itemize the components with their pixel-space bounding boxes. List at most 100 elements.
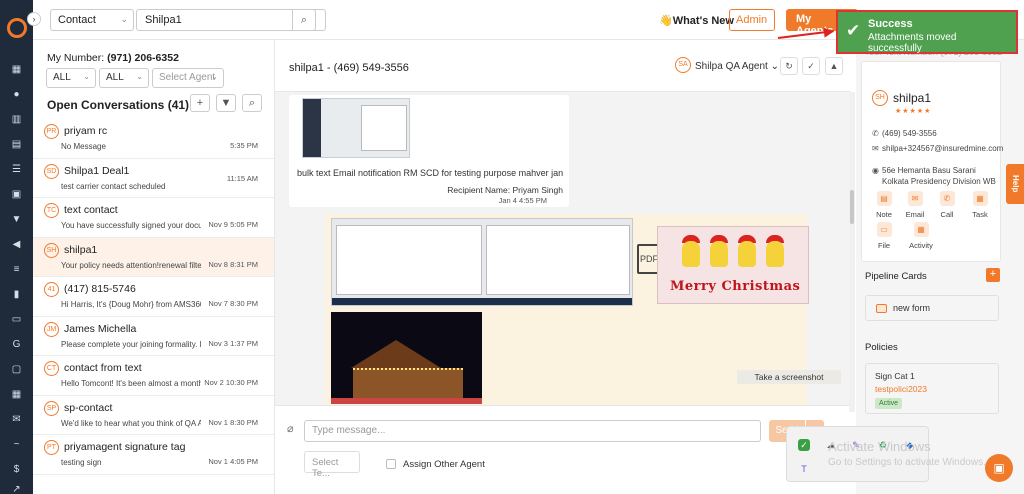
contact-phone[interactable]: (469) 549-3556 bbox=[882, 128, 1002, 139]
pipeline-card-item[interactable]: new form bbox=[865, 295, 999, 321]
document-icon[interactable]: ▤ bbox=[11, 139, 22, 150]
mail-icon[interactable]: ✉ bbox=[11, 414, 22, 425]
attachment-christmas-image[interactable]: Merry Christmas bbox=[657, 226, 809, 304]
conversation-time: 5:35 PM bbox=[230, 141, 258, 150]
chat-support-icon[interactable]: ▣ bbox=[985, 454, 1013, 482]
email-action[interactable]: ✉ Email bbox=[902, 191, 928, 219]
conversation-item-selected[interactable]: SH shilpa1 Your policy needs attention!r… bbox=[33, 237, 274, 277]
role-select[interactable]: Admin bbox=[729, 9, 775, 31]
conversation-preview: Please complete your joining formality. … bbox=[61, 339, 201, 349]
minion-shape bbox=[738, 241, 756, 267]
chevron-down-icon: ⌄ bbox=[770, 61, 780, 72]
dollar-icon[interactable]: $ bbox=[11, 464, 22, 475]
screenshot-taskbar bbox=[332, 298, 632, 305]
conversation-preview: test carrier contact scheduled bbox=[61, 181, 166, 191]
user-icon[interactable]: ▲ bbox=[825, 57, 843, 75]
my-number-label: My Number: bbox=[47, 52, 105, 64]
message-date: Jan 4 4:55 PM bbox=[498, 196, 547, 205]
conversation-item[interactable]: CT contact from text Hello Tomcont! It's… bbox=[33, 356, 274, 396]
contact-name[interactable]: shilpa1 bbox=[893, 91, 931, 105]
conversation-preview: testing sign bbox=[61, 458, 102, 467]
chevron-down-icon: ⌄ bbox=[211, 72, 218, 81]
activity-action[interactable]: ▦ Activity bbox=[908, 222, 934, 250]
task-action[interactable]: ▦ Task bbox=[967, 191, 993, 219]
megaphone-icon[interactable]: ◀ bbox=[11, 239, 22, 250]
search-type-label: Contact bbox=[58, 14, 96, 26]
message-text: bulk text Email notification RM SCD for … bbox=[297, 168, 564, 178]
rating-stars[interactable]: ★★★★★ bbox=[895, 107, 931, 115]
add-conversation-button[interactable]: + bbox=[190, 94, 210, 112]
agent-select[interactable]: Shilpa QA Agent ⌄ bbox=[695, 61, 779, 72]
scrollbar-thumb[interactable] bbox=[850, 190, 854, 224]
filter-button[interactable]: ▼ bbox=[216, 94, 236, 112]
calendar-icon[interactable]: ▦ bbox=[11, 389, 22, 400]
shield-icon[interactable]: ✓ bbox=[798, 439, 810, 451]
avatar: 41 bbox=[44, 282, 59, 297]
bank-icon[interactable]: ▥ bbox=[11, 114, 22, 125]
file-action[interactable]: ▭ File bbox=[871, 222, 897, 250]
bar-chart-icon[interactable]: ▮ bbox=[11, 289, 22, 300]
app-logo[interactable] bbox=[7, 18, 27, 38]
search-icon[interactable]: ⌕ bbox=[292, 9, 316, 31]
chevron-down-icon: ⌄ bbox=[120, 14, 128, 24]
list-icon[interactable]: ☰ bbox=[11, 164, 22, 175]
house-lights bbox=[331, 398, 482, 404]
profile-card-icon[interactable]: ▣ bbox=[11, 189, 22, 200]
search-type-select[interactable]: Contact ⌄ bbox=[50, 9, 134, 31]
toast-message: Attachments moved successfully bbox=[868, 32, 957, 54]
attachment-screenshot[interactable] bbox=[331, 218, 633, 306]
agent-filter-select[interactable]: Select Agent ⌄ bbox=[152, 68, 224, 88]
whats-new-link[interactable]: 👋What's New bbox=[659, 14, 734, 27]
g-icon[interactable]: G bbox=[11, 339, 22, 350]
chat-scrollbar[interactable] bbox=[849, 92, 855, 412]
template-select[interactable]: Select Te... bbox=[304, 451, 360, 479]
contacts-icon[interactable]: ● bbox=[11, 89, 22, 100]
folder-icon[interactable]: ▭ bbox=[11, 314, 22, 325]
conversation-item[interactable]: SP sp-contact We'd like to hear what you… bbox=[33, 396, 274, 435]
conversation-item[interactable]: 41 (417) 815-5746 Hi Harris, It's {Doug … bbox=[33, 277, 274, 317]
monitor-icon[interactable]: ▢ bbox=[11, 364, 22, 375]
conversation-item[interactable]: TC text contact You have successfully si… bbox=[33, 198, 274, 238]
status-badge: Active bbox=[875, 398, 902, 409]
search-conversations-button[interactable]: ⌕ bbox=[242, 94, 262, 112]
check-icon[interactable]: ✓ bbox=[802, 57, 820, 75]
attachment-thumbnail[interactable] bbox=[302, 98, 410, 158]
assign-other-agent-label: Assign Other Agent bbox=[403, 459, 485, 470]
add-pipeline-button[interactable]: + bbox=[986, 268, 1000, 282]
message-input[interactable]: Type message... bbox=[304, 420, 761, 442]
success-toast[interactable]: ✔ Success Attachments moved successfully bbox=[836, 10, 1018, 54]
conversation-item[interactable]: PR priyam rc No Message 5:35 PM bbox=[33, 119, 274, 159]
thumbnail-sidebar bbox=[303, 99, 321, 157]
help-tab[interactable]: Help bbox=[1006, 164, 1024, 204]
conversation-item[interactable]: SD Shilpa1 Deal1 test carrier contact sc… bbox=[33, 159, 274, 198]
status-filter-select[interactable]: ALL ⌄ bbox=[46, 68, 96, 88]
dashboard-icon[interactable]: ▦ bbox=[11, 64, 22, 75]
contact-email[interactable]: shilpa+324567@insuredmine.com bbox=[882, 143, 1003, 154]
attachment-house-image[interactable] bbox=[331, 312, 482, 404]
assign-other-agent-checkbox[interactable] bbox=[386, 459, 396, 469]
activate-windows-title: Activate Windows bbox=[828, 439, 931, 454]
note-action[interactable]: ▤ Note bbox=[871, 191, 897, 219]
filter-icon[interactable]: ▼ bbox=[11, 214, 22, 225]
policy-card[interactable]: Sign Cat 1 testpolici2023 Active bbox=[865, 363, 999, 414]
signature-icon[interactable]: ~ bbox=[11, 439, 22, 450]
conversation-time: Nov 1 8:30 PM bbox=[208, 417, 258, 427]
conversation-item[interactable]: JM James Michella Please complete your j… bbox=[33, 317, 274, 356]
trend-chart-icon[interactable]: ↗ bbox=[11, 484, 22, 494]
type-filter-select[interactable]: ALL ⌄ bbox=[99, 68, 149, 88]
chevron-down-icon: ⌄ bbox=[136, 72, 143, 81]
role-select-label: Admin bbox=[736, 14, 768, 26]
avatar: TC bbox=[44, 203, 59, 218]
layers-icon[interactable]: ≡ bbox=[11, 264, 22, 275]
policy-number[interactable]: testpolici2023 bbox=[875, 384, 927, 394]
call-action[interactable]: ✆ Call bbox=[934, 191, 960, 219]
calendar-icon: ▦ bbox=[913, 222, 929, 237]
paperclip-icon[interactable]: ⌀ bbox=[287, 422, 294, 435]
form-icon bbox=[876, 304, 887, 313]
avatar: JM bbox=[44, 321, 59, 337]
conversation-item[interactable]: PT priyamagent signature tag testing sig… bbox=[33, 435, 274, 475]
refresh-icon[interactable]: ↻ bbox=[780, 57, 798, 75]
conversation-name: text contact bbox=[64, 204, 118, 216]
collapse-rail-button[interactable]: › bbox=[27, 12, 41, 26]
teams-icon[interactable]: T bbox=[798, 463, 810, 475]
